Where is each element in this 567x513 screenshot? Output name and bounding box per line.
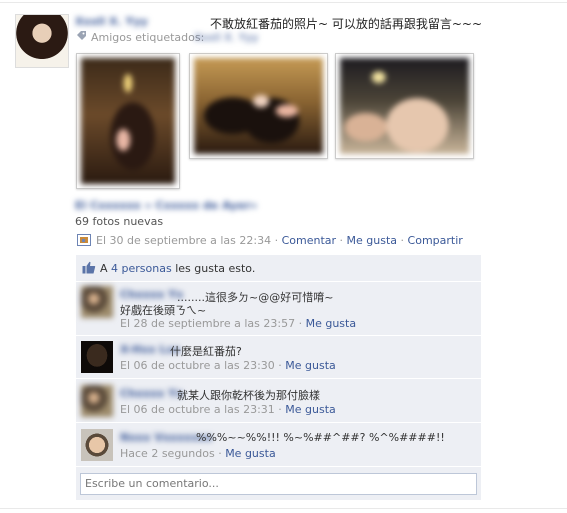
- post-text: 不敢放紅番茄的照片~ 可以放的話再跟我留言~~~: [210, 17, 483, 31]
- separator: ·: [400, 234, 405, 247]
- comment-like-link[interactable]: Me gusta: [306, 317, 357, 330]
- comment-author[interactable]: Chxxxx Yx: [120, 288, 183, 301]
- comment-avatar[interactable]: [81, 341, 113, 373]
- author-avatar[interactable]: [15, 14, 69, 68]
- post-meta-line: El 30 de septiembre a las 22:34 · Coment…: [96, 234, 463, 247]
- comment-divider: [76, 466, 481, 467]
- comment-avatar[interactable]: [81, 429, 113, 461]
- comment-meta: El 06 de octubre a las 23:31 · Me gusta: [120, 403, 336, 416]
- comment-input-box: [80, 473, 477, 495]
- separator: ·: [339, 234, 344, 247]
- comment-text-line2: 好戲在後頭ㄋㄟ~: [120, 304, 207, 317]
- photo-album-icon: [77, 234, 91, 246]
- separator: ·: [278, 403, 282, 416]
- comment-timestamp[interactable]: El 06 de octubre a las 23:31: [120, 403, 275, 416]
- comment-like-link[interactable]: Me gusta: [285, 403, 336, 416]
- album-photo-1[interactable]: [76, 53, 180, 189]
- separator: ·: [218, 447, 222, 460]
- top-divider: [0, 2, 567, 3]
- tag-icon: [77, 31, 86, 40]
- separator: ·: [278, 359, 282, 372]
- likes-prefix: A: [100, 262, 108, 275]
- comment-divider: [76, 335, 481, 336]
- comment-meta: Hace 2 segundos · Me gusta: [120, 447, 276, 460]
- photo-count: 69 fotos nuevas: [75, 215, 164, 228]
- likes-suffix: les gusta esto.: [175, 262, 256, 275]
- comment-input[interactable]: [81, 474, 470, 492]
- tagged-friends-label: Amigos etiquetados:: [91, 31, 205, 44]
- album-photo-2[interactable]: [189, 53, 328, 159]
- comment-timestamp[interactable]: El 06 de octubre a las 23:30: [120, 359, 275, 372]
- comment-avatar[interactable]: [81, 286, 113, 318]
- likes-summary: A 4 personas les gusta esto.: [100, 262, 255, 275]
- post-author-name[interactable]: Xxxll X. Yyy: [75, 15, 148, 28]
- comment-meta: El 06 de octubre a las 23:30 · Me gusta: [120, 359, 336, 372]
- comment-like-link[interactable]: Me gusta: [225, 447, 276, 460]
- bottom-divider: [0, 508, 567, 509]
- comment-text: %%%~~%%!!! %~%##^##? %^%####!!: [196, 431, 445, 444]
- thumbs-up-icon: [82, 261, 96, 274]
- comment-divider: [76, 378, 481, 379]
- comment-timestamp[interactable]: Hace 2 segundos: [120, 447, 215, 460]
- tagged-friends-names[interactable]: Xxxll X. Yyy: [194, 31, 258, 44]
- comment-avatar[interactable]: [81, 385, 113, 417]
- like-link[interactable]: Me gusta: [347, 234, 398, 247]
- comment-timestamp[interactable]: El 28 de septiembre a las 23:57: [120, 317, 295, 330]
- comment-author[interactable]: Chxxxx Yx: [120, 387, 183, 400]
- album-title-link[interactable]: El Cxxxxxx » Cxxxxx de Ayer»: [75, 199, 257, 212]
- album-photo-3[interactable]: [335, 53, 474, 159]
- share-link[interactable]: Compartir: [408, 234, 463, 247]
- post-timestamp[interactable]: El 30 de septiembre a las 22:34: [96, 234, 271, 247]
- comment-divider: [76, 281, 481, 282]
- likes-people-link[interactable]: 4 personas: [111, 262, 172, 275]
- comment-meta: El 28 de septiembre a las 23:57 · Me gus…: [120, 317, 356, 330]
- comment-text: 就某人跟你乾杯後为那付臉樣: [177, 389, 320, 402]
- separator: ·: [298, 317, 303, 330]
- comment-divider: [76, 422, 481, 423]
- comment-like-link[interactable]: Me gusta: [285, 359, 336, 372]
- separator: ·: [274, 234, 279, 247]
- comment-link[interactable]: Comentar: [282, 234, 336, 247]
- comment-text: 什麼是紅番茄?: [170, 345, 242, 358]
